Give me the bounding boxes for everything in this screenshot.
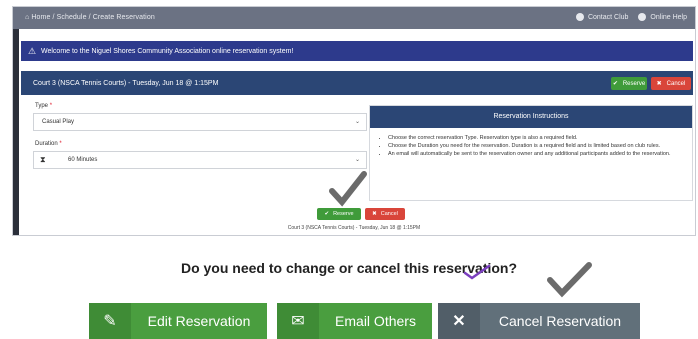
close-icon: ✖	[656, 81, 662, 87]
check-icon: ✔	[612, 81, 618, 87]
cancel-button-top[interactable]: ✖ Cancel	[651, 77, 691, 90]
cancel-label: Cancel	[380, 211, 398, 217]
reservation-panel-header: Court 3 (NSCA Tennis Courts) - Tuesday, …	[21, 71, 693, 95]
welcome-banner: ⚠ Welcome to the Niguel Shores Community…	[21, 41, 693, 61]
cancel-reservation-label: Cancel Reservation	[498, 313, 622, 329]
top-navigation-bar: ⌂ Home / Schedule / Create Reservation C…	[13, 7, 695, 29]
reserve-button-top[interactable]: ✔ Reserve	[611, 77, 647, 90]
edit-reservation-label: Edit Reservation	[147, 313, 251, 329]
chevron-down-icon: ⌄	[354, 157, 360, 163]
type-value: Casual Play	[42, 119, 75, 125]
banner-text: Welcome to the Niguel Shores Community A…	[41, 48, 294, 55]
reserve-label: Reserve	[622, 80, 646, 87]
contact-club-link[interactable]: Contact Club	[575, 13, 629, 21]
reserve-label: Reserve	[333, 211, 354, 217]
online-help-link[interactable]: Online Help	[638, 13, 687, 21]
online-help-label: Online Help	[650, 13, 687, 21]
instruction-item: Choose the correct reservation Type. Res…	[388, 134, 692, 142]
type-label: Type *	[35, 103, 53, 109]
duration-select[interactable]: ⧗ 60 Minutes ⌄	[33, 151, 367, 169]
edit-reservation-button[interactable]: ✎ Edit Reservation	[89, 303, 267, 339]
duration-value: 60 Minutes	[68, 157, 98, 163]
breadcrumb[interactable]: ⌂ Home / Schedule / Create Reservation	[25, 14, 155, 21]
purple-checkmark-icon	[463, 264, 491, 280]
help-icon	[638, 13, 647, 21]
checkmark-annotation-icon	[329, 171, 367, 207]
contact-club-label: Contact Club	[587, 13, 629, 21]
top-links: Contact Club Online Help	[575, 13, 687, 21]
cancel-label: Cancel	[666, 80, 686, 87]
embedded-screenshot: ⌂ Home / Schedule / Create Reservation C…	[12, 6, 696, 236]
pencil-icon: ✎	[89, 303, 131, 339]
type-select[interactable]: Casual Play ⌄	[33, 113, 367, 131]
close-icon: ✕	[438, 303, 480, 339]
instruction-item: An email will automatically be sent to t…	[388, 150, 692, 158]
footnote: Court 3 (NSCA Tennis Courts) - Tuesday, …	[287, 225, 421, 231]
duration-label: Duration *	[35, 141, 62, 147]
instructions-title: Reservation Instructions	[370, 106, 692, 128]
info-icon	[575, 13, 584, 21]
panel-title: Court 3 (NSCA Tennis Courts) - Tuesday, …	[33, 80, 219, 87]
cancel-button[interactable]: ✖ Cancel	[365, 208, 405, 220]
email-others-button[interactable]: ✉ Email Others	[277, 303, 432, 339]
checkmark-annotation-icon	[547, 262, 592, 298]
hourglass-icon: ⧗	[40, 155, 46, 164]
close-icon: ✖	[372, 211, 377, 217]
envelope-icon: ✉	[277, 303, 319, 339]
cancel-reservation-button[interactable]: ✕ Cancel Reservation	[438, 303, 640, 339]
sidebar-strip	[13, 29, 19, 235]
instruction-item: Choose the Duration you need for the res…	[388, 142, 692, 150]
reserve-button[interactable]: ✔ Reserve	[317, 208, 361, 220]
check-icon: ✔	[324, 211, 330, 217]
email-others-label: Email Others	[335, 313, 416, 329]
question-text: Do you need to change or cancel this res…	[180, 260, 518, 276]
chevron-down-icon: ⌄	[354, 119, 360, 125]
warning-icon: ⚠	[28, 46, 37, 56]
instructions-list: Choose the correct reservation Type. Res…	[370, 134, 692, 158]
instructions-panel: Reservation Instructions Choose the corr…	[369, 105, 693, 201]
